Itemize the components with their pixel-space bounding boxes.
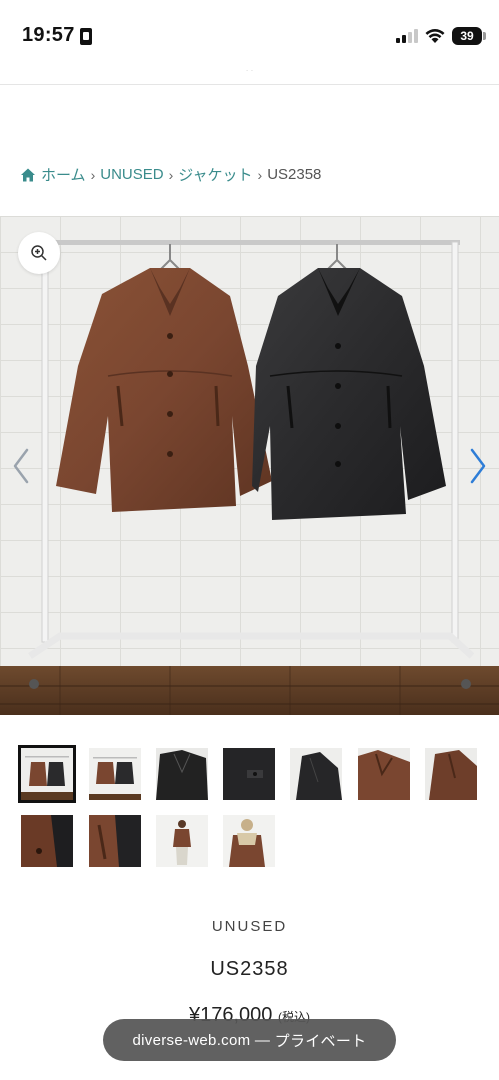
browser-address-pill[interactable]: diverse-web.com — プライベート [103,1019,396,1061]
breadcrumb-unused[interactable]: UNUSED [100,166,163,183]
thumbnail[interactable] [290,748,342,800]
thumbnail[interactable] [21,815,73,867]
battery-indicator: 39 [452,27,482,45]
thumbnail[interactable] [223,815,275,867]
toast-separator: — [250,1031,275,1049]
battery-level: 39 [460,29,474,43]
chevron-right-icon [470,448,486,484]
product-code: US2358 [210,958,289,980]
url-hint: · · [245,66,254,75]
thumbnail[interactable] [156,815,208,867]
breadcrumb-jacket[interactable]: ジャケット [178,164,252,185]
breadcrumb-separator: › [90,166,96,183]
breadcrumb: ホーム › UNUSED › ジャケット › US2358 [20,164,321,185]
thumbnail[interactable] [156,748,208,800]
next-image-button[interactable] [463,444,493,488]
thumbnail[interactable] [223,748,275,800]
status-bar: 19:57 39 [0,0,499,72]
thumbnail[interactable] [18,745,76,803]
thumbnail[interactable] [89,815,141,867]
breadcrumb-separator: › [168,166,174,183]
toast-mode: プライベート [274,1032,367,1050]
breadcrumb-home[interactable]: ホーム [41,164,86,185]
chevron-left-icon [13,448,29,484]
header-divider [0,84,499,85]
thumbnail[interactable] [89,748,141,800]
zoom-in-icon [31,245,47,261]
battery-tip [483,32,486,40]
thumbnail[interactable] [425,748,477,800]
product-brand: UNUSED [211,918,288,935]
previous-image-button[interactable] [6,444,36,488]
breadcrumb-current: US2358 [267,166,322,183]
product-main-image[interactable] [0,216,499,715]
breadcrumb-separator: › [257,166,263,183]
cellular-signal-icon [396,29,418,43]
wifi-icon [425,29,445,43]
sim-card-icon [80,28,92,45]
home-icon[interactable] [20,167,36,183]
toast-domain: diverse-web.com [132,1031,251,1049]
zoom-button[interactable] [18,232,60,274]
status-time: 19:57 [22,24,75,46]
thumbnail[interactable] [358,748,410,800]
